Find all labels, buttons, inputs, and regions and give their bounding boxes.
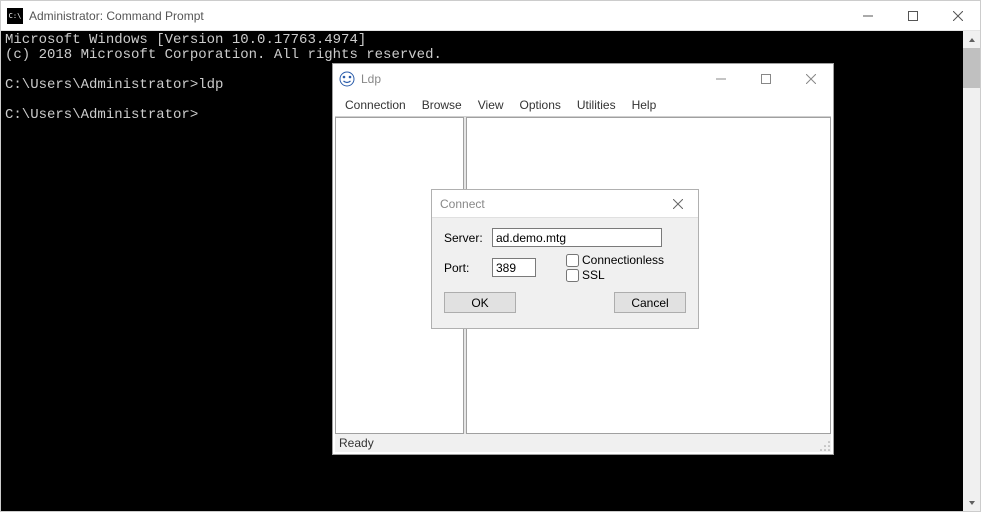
cmd-icon: C:\	[7, 8, 23, 24]
ok-button[interactable]: OK	[444, 292, 516, 313]
dialog-close-button[interactable]	[658, 190, 698, 218]
ldp-statusbar: Ready	[335, 434, 831, 452]
menu-view[interactable]: View	[470, 96, 512, 114]
ldp-close-button[interactable]	[788, 64, 833, 94]
server-input[interactable]	[492, 228, 662, 247]
menu-help[interactable]: Help	[624, 96, 665, 114]
connectionless-checkbox-row[interactable]: Connectionless	[566, 253, 664, 267]
cmd-title: Administrator: Command Prompt	[29, 9, 204, 23]
ssl-checkbox-row[interactable]: SSL	[566, 268, 664, 282]
menu-browse[interactable]: Browse	[414, 96, 470, 114]
connect-dialog: Connect Server: Port: Connectionless SSL	[431, 189, 699, 329]
scroll-up-button[interactable]	[963, 31, 980, 48]
ldp-app-icon	[339, 71, 355, 87]
scroll-track[interactable]	[963, 48, 980, 494]
ldp-maximize-button[interactable]	[743, 64, 788, 94]
connectionless-checkbox[interactable]	[566, 254, 579, 267]
port-label: Port:	[444, 261, 492, 275]
scrollbar[interactable]	[963, 31, 980, 511]
cancel-button[interactable]: Cancel	[614, 292, 686, 313]
menu-utilities[interactable]: Utilities	[569, 96, 624, 114]
server-label: Server:	[444, 231, 492, 245]
dialog-title: Connect	[440, 197, 485, 211]
ldp-status-text: Ready	[339, 436, 374, 450]
minimize-button[interactable]	[845, 1, 890, 31]
dialog-titlebar[interactable]: Connect	[432, 190, 698, 218]
menu-connection[interactable]: Connection	[337, 96, 414, 114]
ssl-checkbox[interactable]	[566, 269, 579, 282]
ssl-label: SSL	[582, 268, 605, 282]
menu-options[interactable]: Options	[512, 96, 569, 114]
scroll-thumb[interactable]	[963, 48, 980, 88]
resize-grip-icon[interactable]	[817, 438, 831, 452]
close-button[interactable]	[935, 1, 980, 31]
ldp-menubar: Connection Browse View Options Utilities…	[333, 94, 833, 116]
cmd-titlebar[interactable]: C:\ Administrator: Command Prompt	[1, 1, 980, 31]
connectionless-label: Connectionless	[582, 253, 664, 267]
maximize-button[interactable]	[890, 1, 935, 31]
ldp-titlebar[interactable]: Ldp	[333, 64, 833, 94]
scroll-down-button[interactable]	[963, 494, 980, 511]
ldp-minimize-button[interactable]	[698, 64, 743, 94]
ldp-title: Ldp	[361, 72, 381, 86]
port-input[interactable]	[492, 258, 536, 277]
